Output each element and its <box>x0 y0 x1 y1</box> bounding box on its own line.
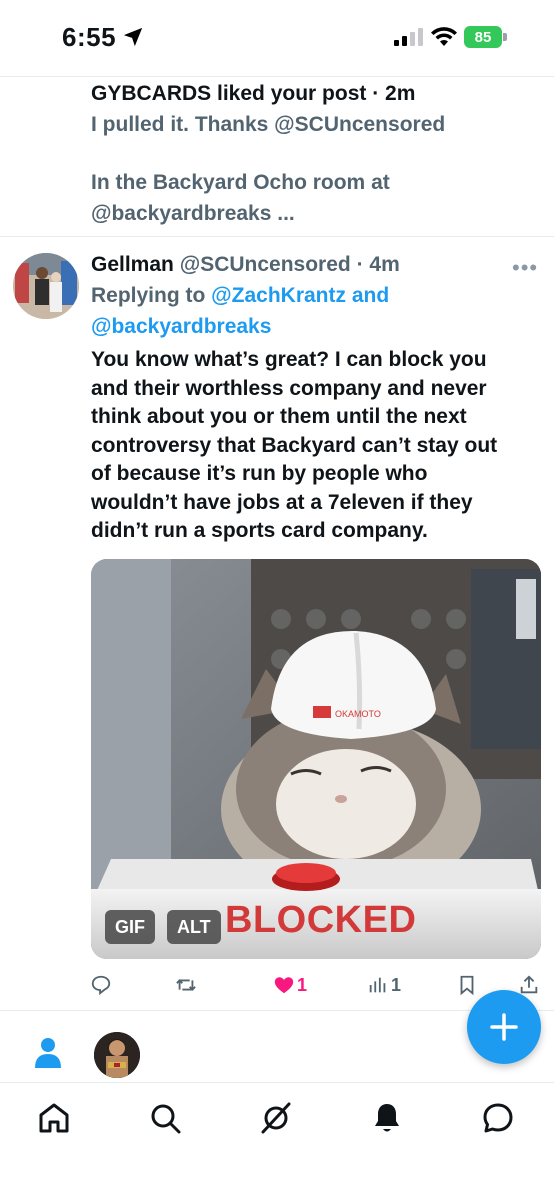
bottom-navigation <box>0 1082 554 1199</box>
replying-prefix: Replying to <box>91 284 212 307</box>
account-avatar-photo <box>94 1032 140 1078</box>
cellular-signal-icon <box>394 28 423 46</box>
reply-icon <box>91 975 111 996</box>
like-count: 1 <box>297 974 308 995</box>
retweet-button[interactable] <box>175 972 197 998</box>
notifications-bell-icon[interactable] <box>370 1101 404 1135</box>
tweet-text-line: and their worthless company and never <box>91 376 487 400</box>
notification-title: GYBCARDS liked your post · 2m <box>91 82 416 105</box>
reply-user-link[interactable]: @ZachKrantz <box>211 284 346 307</box>
compose-tweet-button[interactable] <box>467 990 541 1064</box>
wifi-icon <box>431 27 457 46</box>
account-avatar[interactable] <box>94 1032 140 1078</box>
grok-icon[interactable] <box>259 1101 293 1135</box>
battery-tip <box>503 33 507 41</box>
location-arrow-icon <box>123 27 143 47</box>
author-name[interactable]: Gellman <box>91 253 174 276</box>
like-notification[interactable]: GYBCARDS liked your post · 2m I pulled i… <box>91 78 531 229</box>
notification-snippet-line: I pulled it. Thanks @SCUncensored <box>91 113 446 136</box>
notification-snippet-line: In the Backyard Ocho room at <box>91 171 390 194</box>
more-options-icon[interactable]: ••• <box>512 255 538 281</box>
views-button[interactable]: 1 <box>367 972 401 998</box>
replying-to: Replying to @ZachKrantz and @backyardbre… <box>91 280 389 342</box>
tweet-body: You know what’s great? I can block you a… <box>91 346 536 546</box>
heart-icon <box>274 977 294 994</box>
alt-text-button[interactable]: ALT <box>167 910 221 944</box>
tweet-text-line: wouldn’t have jobs at a 7eleven if they <box>91 490 473 514</box>
search-icon[interactable] <box>148 1101 182 1135</box>
avatar-photo <box>13 253 79 319</box>
home-icon[interactable] <box>37 1101 71 1135</box>
tweet-text-line: You know what’s great? I can block you <box>91 348 487 371</box>
tweet-text-line: of because it’s run by people who <box>91 462 428 485</box>
reply-and[interactable]: and <box>346 284 389 307</box>
author-handle-time: @SCUncensored · 4m <box>179 253 400 276</box>
tweet-gif-media[interactable]: OKAMOTO GIF ALT BLOCKED <box>91 559 541 959</box>
retweet-icon <box>176 979 196 991</box>
tweet-text-line: controversy that Backyard can’t stay out <box>91 433 498 457</box>
divider <box>0 76 554 77</box>
helmet-logo-text: OKAMOTO <box>335 709 381 719</box>
divider <box>0 236 554 237</box>
bookmark-icon <box>460 975 474 996</box>
battery-level: 85 <box>464 26 502 48</box>
analytics-icon <box>369 977 386 993</box>
gif-badge: GIF <box>105 910 155 944</box>
person-icon[interactable] <box>35 1036 61 1068</box>
status-time: 6:55 <box>62 22 117 52</box>
tweet-text-line: think about you or them until the next <box>91 405 467 428</box>
reply-button[interactable] <box>90 972 112 998</box>
notification-snippet-line: @backyardbreaks ... <box>91 202 295 225</box>
gif-overlay-text: BLOCKED <box>225 899 417 941</box>
status-bar: 6:55 85 <box>0 0 554 76</box>
share-icon <box>520 975 538 994</box>
view-count: 1 <box>391 974 402 995</box>
like-button[interactable]: 1 <box>273 972 307 998</box>
author-avatar[interactable] <box>13 253 79 319</box>
battery-indicator: 85 <box>464 26 508 48</box>
bookmark-button[interactable] <box>456 972 478 998</box>
tweet-header: Gellman @SCUncensored · 4m <box>91 249 400 280</box>
messages-icon[interactable] <box>481 1101 515 1135</box>
notification-gap <box>91 140 531 167</box>
tweet-actions: 1 1 <box>0 972 554 1002</box>
plus-icon <box>490 1013 518 1041</box>
tweet-text-line: didn’t run a sports card company. <box>91 519 428 542</box>
reply-user-link[interactable]: @backyardbreaks <box>91 315 271 338</box>
